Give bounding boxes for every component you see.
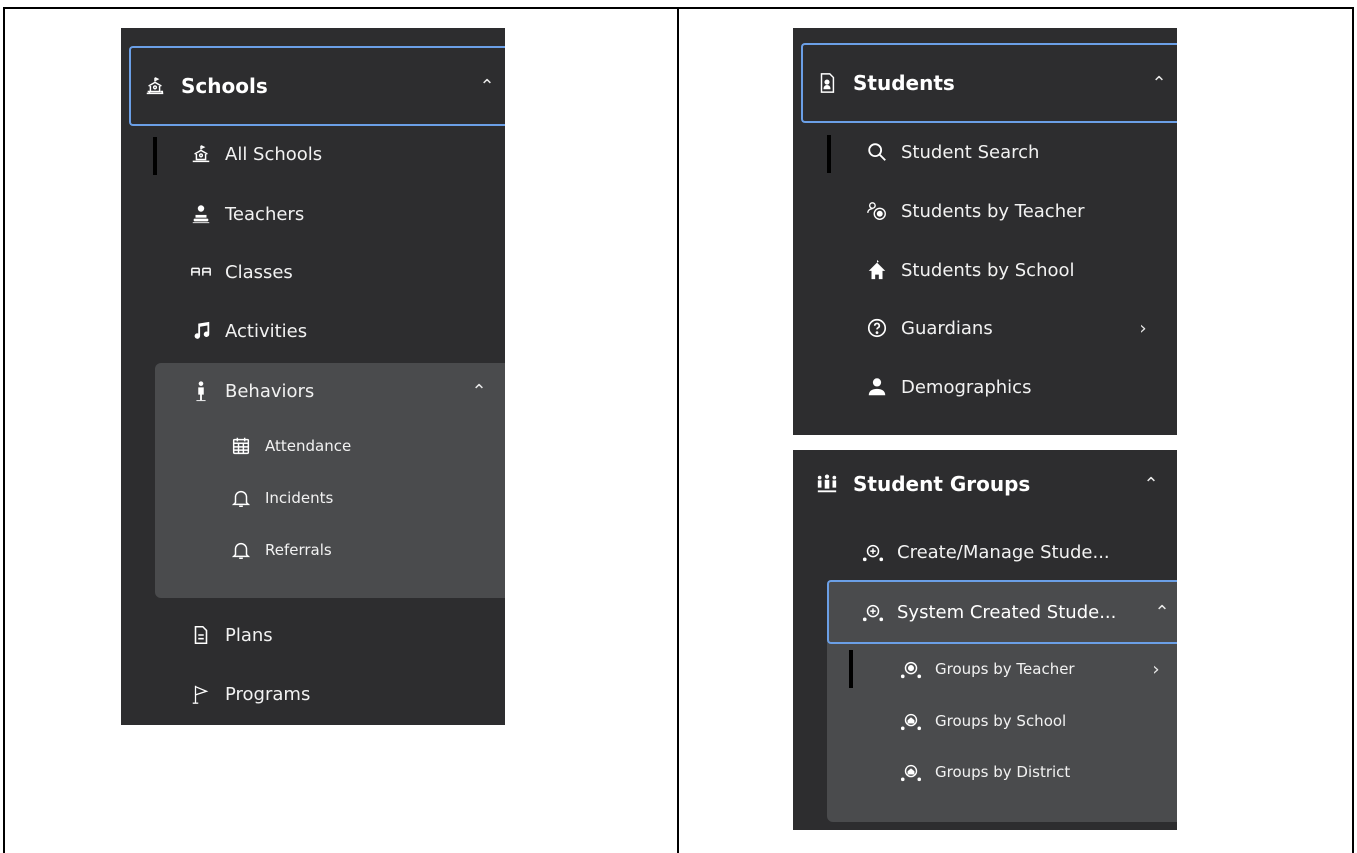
nav-item-label: Guardians: [901, 317, 993, 339]
music-note-icon: [189, 319, 213, 343]
nav-item-label: Activities: [225, 320, 308, 342]
nav-item-label: Teachers: [225, 203, 305, 225]
chevron-right-icon[interactable]: ›: [1141, 659, 1171, 680]
document-icon: [189, 623, 213, 647]
nav-item-students-by-teacher[interactable]: Students by Teacher: [865, 191, 1085, 231]
group-target-icon: [899, 657, 923, 681]
nav-item-label: Groups by District: [935, 763, 1071, 781]
nav-item-label: Behaviors: [225, 380, 315, 402]
nav-item-student-search[interactable]: Student Search: [865, 132, 1039, 172]
chevron-up-icon[interactable]: ⌃: [1137, 73, 1177, 94]
frame-border-right: [1352, 7, 1354, 853]
school-icon: [143, 74, 167, 98]
students-header[interactable]: Students ⌃: [801, 43, 1177, 123]
nav-item-referrals[interactable]: Referrals: [229, 530, 332, 570]
group-school-icon: [899, 760, 923, 784]
nav-item-label: Incidents: [265, 489, 334, 507]
nav-item-programs[interactable]: Programs: [189, 674, 310, 714]
nav-item-system-created-groups[interactable]: System Created Stude... ⌃: [827, 580, 1177, 644]
nav-item-label: Groups by School: [935, 712, 1067, 730]
schools-header-label: Schools: [181, 74, 268, 98]
nav-item-groups-by-teacher[interactable]: Groups by Teacher ›: [899, 649, 1177, 689]
nav-item-label: Classes: [225, 261, 293, 283]
search-icon: [865, 140, 889, 164]
frame-border-left: [3, 7, 5, 853]
nav-item-plans[interactable]: Plans: [189, 615, 273, 655]
group-add-icon: [861, 600, 885, 624]
calendar-icon: [229, 434, 253, 458]
nav-item-students-by-school[interactable]: Students by School: [865, 250, 1075, 290]
chevron-up-icon[interactable]: ⌃: [1147, 602, 1177, 623]
nav-item-behaviors[interactable]: Behaviors ⌃: [189, 371, 505, 411]
active-indicator: [153, 137, 157, 175]
chevron-up-icon[interactable]: ⌃: [465, 76, 505, 97]
chevron-up-icon[interactable]: ⌃: [1129, 474, 1173, 495]
chevron-right-icon[interactable]: ›: [1121, 318, 1165, 339]
group-icon: [815, 472, 839, 496]
nav-item-guardians[interactable]: Guardians ›: [865, 308, 1177, 348]
nav-item-activities[interactable]: Activities: [189, 311, 307, 351]
nav-item-label: All Schools: [225, 143, 323, 165]
chevron-up-icon[interactable]: ⌃: [457, 381, 501, 402]
student-groups-header-label: Student Groups: [853, 472, 1031, 496]
question-circle-icon: [865, 316, 889, 340]
nav-item-groups-by-school[interactable]: Groups by School: [899, 701, 1066, 741]
active-indicator: [849, 650, 853, 688]
student-file-icon: [815, 71, 839, 95]
nav-item-all-schools[interactable]: All Schools: [189, 134, 322, 174]
group-add-icon: [861, 540, 885, 564]
students-header-label: Students: [853, 71, 955, 95]
schools-nav-panel: Schools ⌃ All Schools Teachers Classes A…: [121, 28, 505, 725]
students-nav-panel: Students ⌃ Student Search Students by Te…: [793, 28, 1177, 435]
nav-item-classes[interactable]: Classes: [189, 252, 293, 292]
nav-item-label: Students by School: [901, 259, 1075, 281]
nav-item-attendance[interactable]: Attendance: [229, 426, 351, 466]
schools-header[interactable]: Schools ⌃: [129, 46, 505, 126]
nav-item-label: Demographics: [901, 376, 1032, 398]
nav-item-label: Create/Manage Stude...: [897, 541, 1110, 563]
nav-item-groups-by-district[interactable]: Groups by District: [899, 752, 1070, 792]
group-school-icon: [899, 709, 923, 733]
classes-icon: [189, 260, 213, 284]
school-building-icon: [865, 258, 889, 282]
nav-item-label: Referrals: [265, 541, 332, 559]
school-icon: [189, 142, 213, 166]
nav-item-label: Students by Teacher: [901, 200, 1085, 222]
nav-item-label: System Created Stude...: [897, 601, 1117, 623]
nav-item-teachers[interactable]: Teachers: [189, 194, 304, 234]
nav-item-label: Student Search: [901, 141, 1040, 163]
teacher-icon: [189, 202, 213, 226]
student-groups-nav-panel: Student Groups ⌃ Create/Manage Stude... …: [793, 450, 1177, 830]
frame-divider: [677, 7, 679, 853]
nav-item-label: Groups by Teacher: [935, 660, 1075, 678]
nav-item-label: Programs: [225, 683, 311, 705]
flag-icon: [189, 682, 213, 706]
person-icon: [189, 379, 213, 403]
nav-item-demographics[interactable]: Demographics: [865, 367, 1031, 407]
nav-item-label: Plans: [225, 624, 273, 646]
bell-icon: [229, 486, 253, 510]
people-target-icon: [865, 199, 889, 223]
nav-item-incidents[interactable]: Incidents: [229, 478, 333, 518]
user-icon: [865, 375, 889, 399]
nav-item-label: Attendance: [265, 437, 352, 455]
student-groups-header[interactable]: Student Groups ⌃: [793, 450, 1173, 524]
active-indicator: [827, 135, 831, 173]
bell-icon: [229, 538, 253, 562]
nav-item-create-manage-groups[interactable]: Create/Manage Stude...: [861, 532, 1110, 572]
